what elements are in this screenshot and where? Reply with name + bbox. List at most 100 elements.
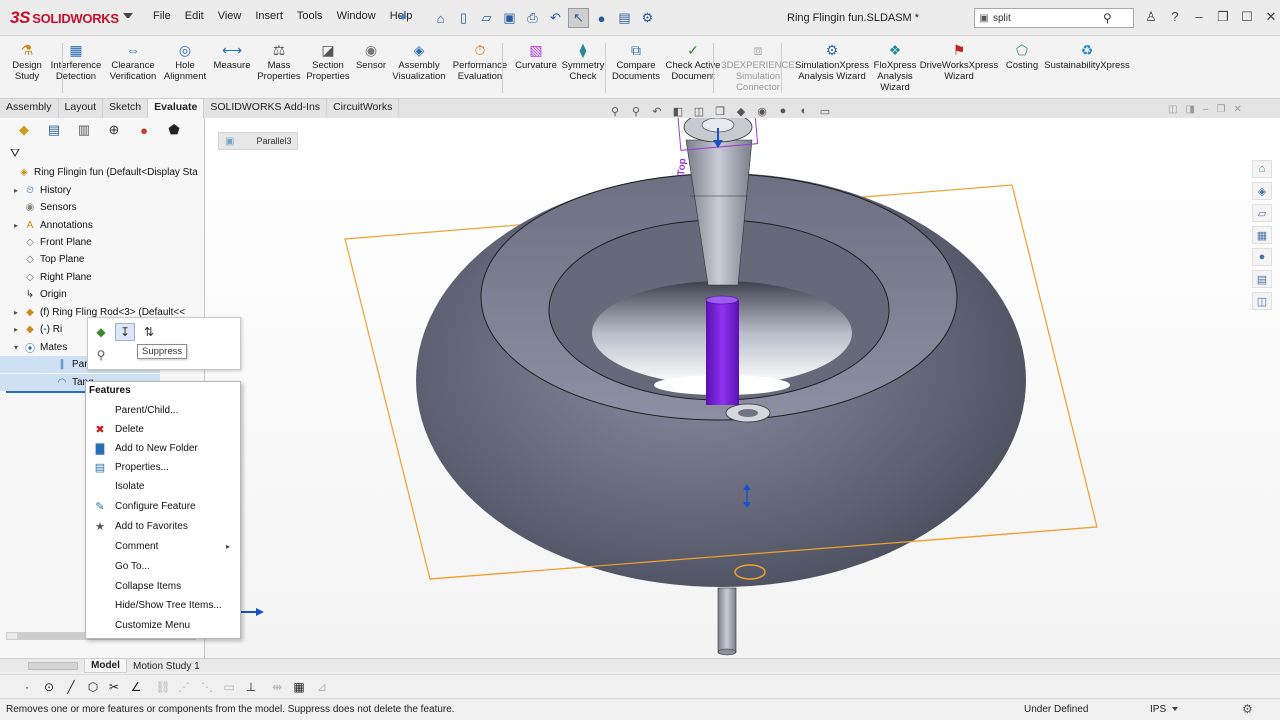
- select-pointer-icon[interactable]: ↖: [568, 8, 589, 28]
- zoom-selection-icon[interactable]: ⚲: [91, 346, 111, 364]
- tree-right-plane[interactable]: ◇ Right Plane: [0, 269, 205, 286]
- viewport-minimize-icon[interactable]: –: [1203, 104, 1209, 115]
- performance-evaluation-button[interactable]: ⏱ Performance Evaluation: [453, 41, 507, 83]
- tree-top-plane[interactable]: ◇ Top Plane: [0, 251, 205, 268]
- menu-file[interactable]: File: [146, 10, 178, 22]
- restore-icon[interactable]: ❐: [1214, 9, 1232, 25]
- tree-history[interactable]: ▸ ⏲ History: [0, 182, 205, 199]
- viewport-close-icon[interactable]: ✕: [1233, 104, 1241, 115]
- driveworksxpress-button[interactable]: ⚑ DriveWorksXpress Wizard: [920, 41, 998, 83]
- view-palette-icon[interactable]: ▦: [1252, 226, 1272, 244]
- configuration-manager-tab-icon[interactable]: ▥: [74, 120, 94, 140]
- menu-item-hide-show-tree-items[interactable]: Hide/Show Tree Items...: [86, 596, 240, 615]
- close-icon[interactable]: ✕: [1262, 9, 1280, 25]
- section-properties-button[interactable]: ◪ Section Properties: [306, 41, 349, 83]
- tab-assembly[interactable]: Assembly: [0, 99, 59, 118]
- assembly-visualization-button[interactable]: ◈ Assembly Visualization: [392, 41, 445, 83]
- pin-icon[interactable]: ✦: [398, 10, 408, 24]
- tree-root[interactable]: ◈ Ring Flingin fun (Default<Display Sta: [0, 164, 205, 181]
- apply-scene-icon[interactable]: ◐: [795, 103, 813, 119]
- expand-arrow-icon[interactable]: ▸: [10, 325, 22, 334]
- save-icon[interactable]: ▣: [499, 8, 520, 28]
- tab-scroll-stub[interactable]: [28, 662, 78, 670]
- dot-icon[interactable]: ·: [18, 679, 36, 695]
- polygon-icon[interactable]: ⬡: [84, 679, 102, 695]
- tree-front-plane[interactable]: ◇ Front Plane: [0, 234, 205, 251]
- search-box[interactable]: ▣ ⚲: [974, 8, 1134, 28]
- previous-view-icon[interactable]: ↶: [648, 103, 666, 119]
- expand-arrow-icon[interactable]: ▸: [10, 221, 22, 230]
- tab-solidworks-addins[interactable]: SOLIDWORKS Add-Ins: [204, 99, 328, 118]
- menu-tools[interactable]: Tools: [290, 10, 330, 22]
- display-style-icon[interactable]: ◆: [732, 103, 750, 119]
- sustainabilityxpress-button[interactable]: ♻ SustainabilityXpress: [1044, 41, 1130, 72]
- rod-highlighted-segment[interactable]: [706, 300, 739, 405]
- hole-alignment-button[interactable]: ◎ Hole Alignment: [164, 41, 206, 83]
- menu-item-configure-feature[interactable]: ✎ Configure Feature: [86, 497, 240, 516]
- component-icon[interactable]: ◆: [91, 323, 111, 341]
- dimxpert-manager-tab-icon[interactable]: ⊕: [104, 120, 124, 140]
- forum-icon[interactable]: ◫: [1252, 292, 1272, 310]
- design-library-icon[interactable]: ◈: [1252, 182, 1272, 200]
- graphics-area[interactable]: Top ▣ Parallel3: [205, 118, 1280, 658]
- menu-item-customize-menu[interactable]: Customize Menu: [86, 616, 240, 635]
- custom-properties-icon[interactable]: ▤: [1252, 270, 1272, 288]
- hide-show-items-icon[interactable]: ◉: [753, 103, 771, 119]
- bottom-rod[interactable]: [717, 587, 737, 653]
- section-view-icon[interactable]: ◧: [669, 103, 687, 119]
- file-properties-icon[interactable]: ▤: [614, 8, 635, 28]
- feature-manager-tab-icon[interactable]: ◆: [14, 120, 34, 140]
- menu-insert[interactable]: Insert: [248, 10, 290, 22]
- tab-motion-study[interactable]: Motion Study 1: [127, 659, 206, 673]
- menu-item-isolate[interactable]: Isolate: [86, 477, 240, 496]
- traffic-light-icon[interactable]: ●: [591, 8, 612, 28]
- zoom-to-fit-icon[interactable]: ⚲: [606, 103, 624, 119]
- compare-documents-button[interactable]: ⧉ Compare Documents: [612, 41, 660, 83]
- edit-appearance-icon[interactable]: ●: [774, 103, 792, 119]
- grid-icon[interactable]: ▦: [290, 679, 308, 695]
- design-study-button[interactable]: ⚗ Design Study: [12, 41, 42, 83]
- measure-button[interactable]: ⟷ Measure: [214, 41, 251, 72]
- new-document-icon[interactable]: ▯: [453, 8, 474, 28]
- tab-evaluate[interactable]: Evaluate: [148, 99, 205, 118]
- interference-detection-button[interactable]: ▦ Interference Detection: [51, 41, 102, 83]
- tree-origin[interactable]: ↳ Origin: [0, 286, 205, 303]
- unit-system-selector[interactable]: IPS: [1150, 704, 1178, 715]
- search-commands-icon[interactable]: ▣: [975, 13, 993, 24]
- filter-icon[interactable]: ⛛: [10, 146, 20, 161]
- undo-icon[interactable]: ↶: [545, 8, 566, 28]
- tab-layout[interactable]: Layout: [59, 99, 104, 118]
- breadcrumb[interactable]: ▣ Parallel3: [218, 132, 299, 150]
- options-gear-icon[interactable]: ⚙: [637, 8, 658, 28]
- menu-item-add-to-new-folder[interactable]: ▇ Add to New Folder: [86, 439, 240, 458]
- breadcrumb-assembly-icon[interactable]: ▣: [225, 136, 234, 147]
- rebuild-icon[interactable]: ⚙: [1242, 702, 1253, 716]
- menu-item-properties[interactable]: ▤ Properties...: [86, 458, 240, 477]
- menu-item-delete[interactable]: ✖ Delete: [86, 420, 240, 439]
- clearance-verification-button[interactable]: ⇔ Clearance Verification: [110, 41, 156, 83]
- menu-view[interactable]: View: [211, 10, 249, 22]
- minimize-icon[interactable]: –: [1190, 9, 1208, 25]
- scrollbar-thumb[interactable]: [17, 633, 93, 639]
- file-explorer-icon[interactable]: ▱: [1252, 204, 1272, 222]
- display-manager-tab-icon[interactable]: ●: [134, 120, 154, 140]
- tree-annotations[interactable]: ▸ A Annotations: [0, 217, 205, 234]
- user-icon[interactable]: ♙: [1142, 9, 1160, 25]
- simulationxpress-button[interactable]: ⚙ SimulationXpress Analysis Wizard: [795, 41, 869, 83]
- trim-icon[interactable]: ✂: [105, 679, 123, 695]
- property-manager-tab-icon[interactable]: ▤: [44, 120, 64, 140]
- symmetry-check-button[interactable]: ⧫ Symmetry Check: [562, 41, 605, 83]
- zoom-to-area-icon[interactable]: ⚲: [627, 103, 645, 119]
- menu-item-comment[interactable]: Comment ▸: [86, 537, 240, 556]
- expand-arrow-icon[interactable]: ▾: [10, 343, 22, 352]
- menu-item-add-to-favorites[interactable]: ★ Add to Favorites: [86, 517, 240, 536]
- search-icon[interactable]: ⚲: [1103, 11, 1112, 25]
- menu-item-collapse-items[interactable]: Collapse Items: [86, 577, 240, 596]
- expand-arrow-icon[interactable]: ▸: [10, 186, 22, 195]
- expand-arrow-icon[interactable]: ▸: [10, 308, 22, 317]
- search-input[interactable]: [993, 12, 1103, 24]
- viewport-tile-icon[interactable]: ◫: [1168, 104, 1177, 115]
- tab-circuitworks[interactable]: CircuitWorks: [327, 99, 400, 118]
- menu-edit[interactable]: Edit: [178, 10, 211, 22]
- angle-icon[interactable]: ∠: [127, 679, 145, 695]
